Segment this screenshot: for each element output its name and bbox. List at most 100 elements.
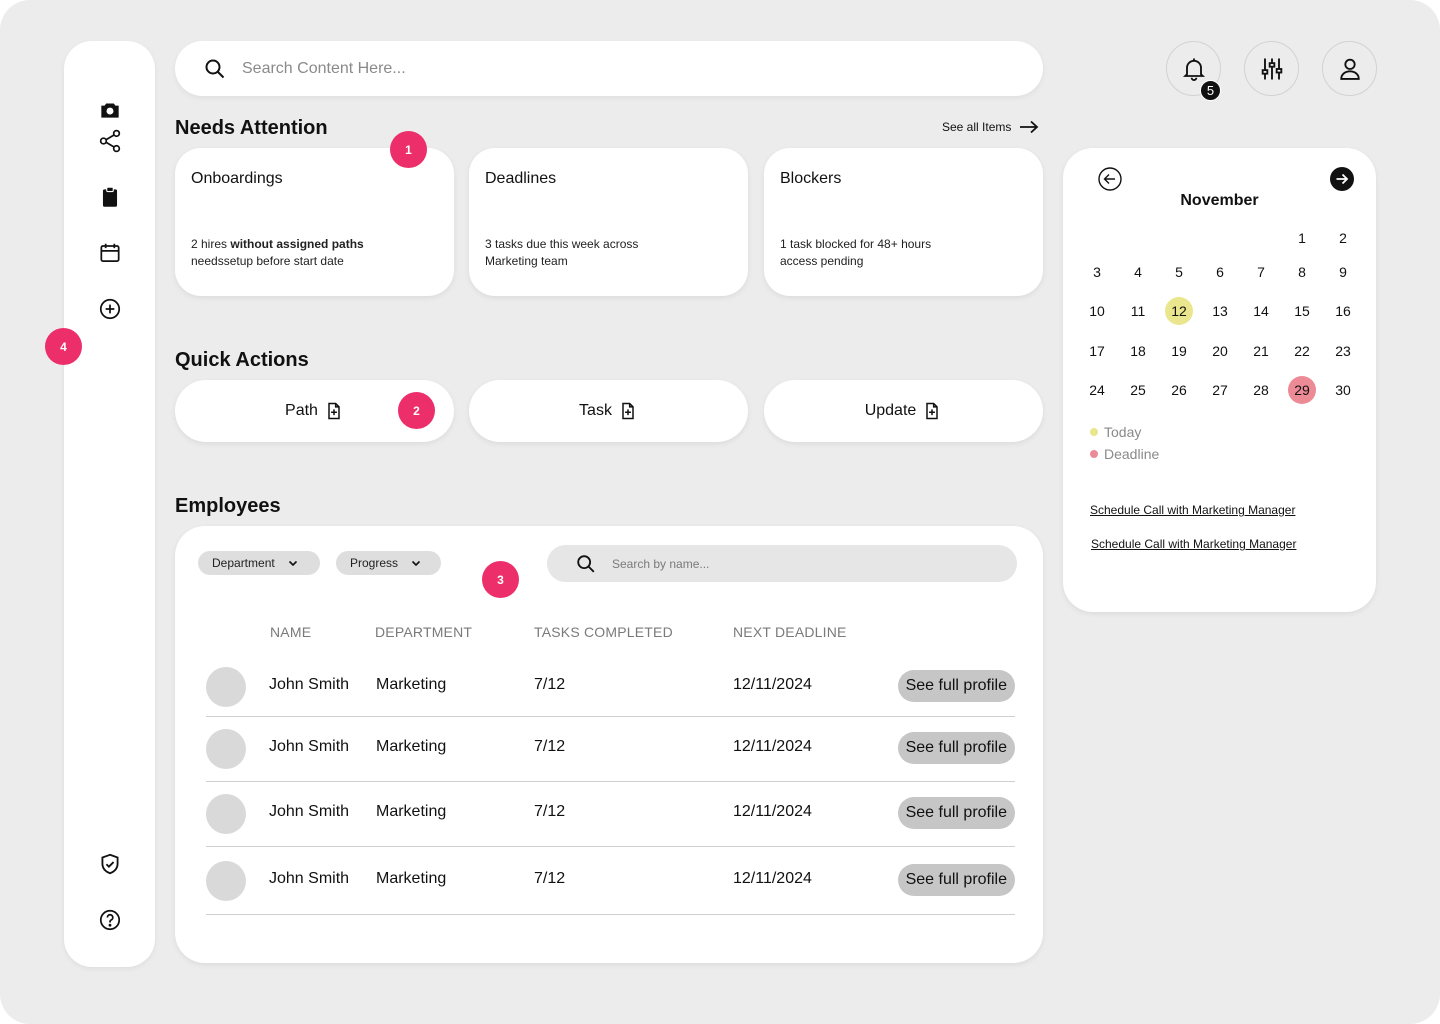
notification-count-badge: 5	[1200, 80, 1221, 101]
calendar-day[interactable]: 21	[1247, 337, 1275, 365]
blockers-card[interactable]: Blockers 1 task blocked for 48+ hours ac…	[764, 148, 1043, 296]
schedule-call-link[interactable]: Schedule Call with Marketing Manager	[1091, 537, 1296, 551]
avatar	[206, 861, 246, 901]
calendar-day[interactable]: 2	[1329, 224, 1357, 252]
calendar-day[interactable]: 6	[1206, 258, 1234, 286]
see-all-items-link[interactable]: See all Items	[942, 120, 1039, 134]
annotation-marker-4: 4	[45, 328, 82, 365]
calendar-day[interactable]: 11	[1124, 297, 1152, 325]
onboardings-card[interactable]: Onboardings 2 hires without assigned pat…	[175, 148, 454, 296]
calendar-day[interactable]: 28	[1247, 376, 1275, 404]
department-filter[interactable]: Department	[198, 551, 320, 575]
progress-filter[interactable]: Progress	[336, 551, 441, 575]
calendar-day-today[interactable]: 12	[1165, 297, 1193, 325]
legend-deadline: Deadline	[1090, 446, 1159, 462]
table-row: John Smith Marketing 7/12 12/11/2024 See…	[206, 860, 1015, 915]
employee-department: Marketing	[376, 676, 447, 693]
calendar-day[interactable]: 4	[1124, 258, 1152, 286]
calendar-day[interactable]: 8	[1288, 258, 1316, 286]
calendar-day[interactable]: 18	[1124, 337, 1152, 365]
calendar-day[interactable]: 19	[1165, 337, 1193, 365]
calendar-day[interactable]: 13	[1206, 297, 1234, 325]
share-icon[interactable]	[64, 123, 155, 159]
column-header-tasks[interactable]: TASKS COMPLETED	[534, 624, 673, 640]
calendar-day[interactable]: 3	[1083, 258, 1111, 286]
deadlines-card[interactable]: Deadlines 3 tasks due this week across M…	[469, 148, 748, 296]
employee-name: John Smith	[269, 676, 350, 693]
chevron-down-icon	[288, 560, 297, 567]
calendar-day-deadline[interactable]: 29	[1288, 376, 1316, 404]
search-icon	[205, 59, 225, 78]
annotation-marker-2: 2	[398, 392, 435, 429]
employee-search[interactable]	[547, 545, 1017, 582]
calendar-icon[interactable]	[64, 235, 155, 271]
calendar-month: November	[1180, 192, 1259, 209]
see-full-profile-button[interactable]: See full profile	[897, 732, 1015, 764]
new-update-button[interactable]: Update	[764, 380, 1043, 442]
file-plus-icon	[328, 402, 340, 420]
see-all-label: See all Items	[942, 120, 1012, 134]
calendar-day[interactable]: 27	[1206, 376, 1234, 404]
calendar-day[interactable]: 23	[1329, 337, 1357, 365]
calendar-day[interactable]: 20	[1206, 337, 1234, 365]
calendar-day[interactable]: 7	[1247, 258, 1275, 286]
calendar-day[interactable]: 30	[1329, 376, 1357, 404]
employees-panel: Department Progress NAME DEPARTMENT TASK…	[175, 526, 1043, 963]
employee-deadline: 12/11/2024	[733, 803, 812, 820]
plus-circle-icon[interactable]	[64, 291, 155, 327]
help-icon[interactable]	[64, 902, 155, 938]
needs-attention-title: Needs Attention	[175, 117, 328, 139]
calendar-day[interactable]: 1	[1288, 224, 1316, 252]
profile-button[interactable]	[1322, 41, 1377, 96]
table-row: John Smith Marketing 7/12 12/11/2024 See…	[206, 793, 1015, 847]
calendar-day[interactable]: 5	[1165, 258, 1193, 286]
card-title: Onboardings	[191, 170, 283, 187]
employee-department: Marketing	[376, 870, 447, 887]
column-header-department[interactable]: DEPARTMENT	[375, 624, 472, 640]
calendar-day[interactable]: 14	[1247, 297, 1275, 325]
card-title: Blockers	[780, 170, 842, 187]
arrow-right-circle-icon[interactable]	[1329, 166, 1355, 192]
legend-today: Today	[1090, 424, 1141, 440]
file-plus-icon	[926, 402, 939, 420]
calendar-day[interactable]: 15	[1288, 297, 1316, 325]
user-icon	[1339, 58, 1360, 80]
employee-name: John Smith	[269, 738, 350, 755]
qa-label: Update	[864, 402, 917, 419]
calendar-day[interactable]: 10	[1083, 297, 1111, 325]
filter-label: Progress	[350, 556, 399, 570]
calendar-day[interactable]: 17	[1083, 337, 1111, 365]
see-full-profile-button[interactable]: See full profile	[897, 797, 1015, 829]
employee-name: John Smith	[269, 803, 350, 820]
see-full-profile-button[interactable]: See full profile	[897, 864, 1015, 896]
shield-check-icon[interactable]	[64, 846, 155, 882]
column-header-name[interactable]: NAME	[270, 624, 311, 640]
employee-department: Marketing	[376, 738, 447, 755]
calendar-day[interactable]: 16	[1329, 297, 1357, 325]
global-search[interactable]	[175, 41, 1043, 96]
calendar-day[interactable]: 22	[1288, 337, 1316, 365]
card-description: 3 tasks due this week across Marketing t…	[485, 237, 639, 268]
calendar-day[interactable]: 26	[1165, 376, 1193, 404]
search-icon	[577, 554, 595, 572]
annotation-marker-1: 1	[390, 131, 427, 168]
see-full-profile-button[interactable]: See full profile	[897, 670, 1015, 702]
employee-tasks: 7/12	[534, 803, 566, 820]
calendar-day[interactable]: 24	[1083, 376, 1111, 404]
legend-label: Deadline	[1104, 446, 1160, 462]
new-task-button[interactable]: Task	[469, 380, 748, 442]
calendar-day[interactable]: 25	[1124, 376, 1152, 404]
table-row: John Smith Marketing 7/12 12/11/2024 See…	[206, 728, 1015, 782]
avatar	[206, 667, 246, 707]
schedule-call-link[interactable]: Schedule Call with Marketing Manager	[1090, 503, 1295, 517]
clipboard-icon[interactable]	[64, 179, 155, 215]
calendar-day[interactable]: 9	[1329, 258, 1357, 286]
sidebar	[64, 41, 155, 967]
employee-search-input[interactable]	[612, 556, 992, 571]
avatar	[206, 729, 246, 769]
search-input[interactable]	[242, 59, 982, 78]
column-header-deadline[interactable]: NEXT DEADLINE	[733, 624, 847, 640]
employee-deadline: 12/11/2024	[733, 676, 812, 693]
arrow-left-circle-icon[interactable]	[1097, 166, 1123, 192]
filters-button[interactable]	[1244, 41, 1299, 96]
